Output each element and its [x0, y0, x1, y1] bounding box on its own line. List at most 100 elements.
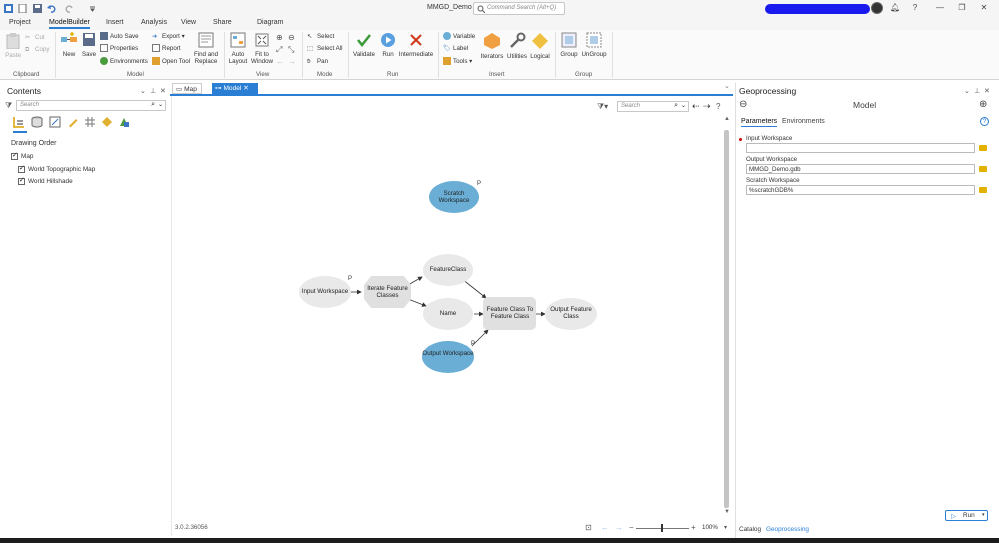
- close-pane-icon[interactable]: ✕: [984, 87, 990, 95]
- bell-icon[interactable]: 🔔︎: [890, 3, 900, 13]
- report-button[interactable]: Report: [152, 44, 181, 54]
- back-icon[interactable]: ⊖: [739, 99, 747, 110]
- intermediate-button[interactable]: Intermediate: [398, 32, 434, 58]
- restore-icon[interactable]: ❐: [957, 3, 967, 13]
- output-workspace-field[interactable]: MMGD_Demo.gdb: [746, 164, 975, 174]
- zoom-in-icon[interactable]: +: [691, 523, 696, 532]
- chevron-down-icon[interactable]: ▾: [724, 524, 727, 531]
- zoom-out-icon[interactable]: ⊖: [288, 33, 295, 42]
- symbology-icon[interactable]: [118, 116, 130, 128]
- logical-button[interactable]: Logical: [529, 32, 551, 60]
- tab-modelbuilder[interactable]: ModelBuilder: [49, 19, 90, 29]
- tab-diagram[interactable]: Diagram: [257, 19, 283, 26]
- close-pane-icon[interactable]: ✕: [160, 87, 166, 95]
- new-model-button[interactable]: New: [59, 32, 79, 58]
- input-workspace-field[interactable]: [746, 143, 975, 153]
- layer-world-topographic-map[interactable]: World Topographic Map: [18, 164, 95, 173]
- folder-icon[interactable]: [979, 145, 987, 151]
- overview-icon[interactable]: ⊡: [585, 523, 592, 532]
- tab-share[interactable]: Share: [213, 19, 232, 26]
- pan-button[interactable]: ✋︎ Pan: [307, 57, 328, 67]
- pane-options-icon[interactable]: ⌄: [964, 87, 970, 95]
- tab-environments[interactable]: Environments: [782, 118, 825, 125]
- previous-arrow-icon[interactable]: ⇠: [692, 101, 700, 112]
- zoom-in-icon[interactable]: ⊕: [276, 33, 283, 42]
- model-canvas[interactable]: Scratch Workspace P Input Workspace P It…: [171, 96, 733, 536]
- minimize-icon[interactable]: —: [935, 3, 945, 13]
- folder-icon[interactable]: [979, 166, 987, 172]
- zoom-slider-thumb[interactable]: [661, 524, 663, 532]
- avatar[interactable]: [871, 2, 883, 14]
- select-all-button[interactable]: ⬚ Select All: [307, 44, 342, 54]
- layer-checkbox[interactable]: [18, 164, 25, 173]
- customize-toolbar-icon[interactable]: [88, 4, 97, 13]
- scratch-workspace-field[interactable]: %scratchGDB%: [746, 185, 975, 195]
- add-icon[interactable]: ⊕: [979, 99, 987, 110]
- output-workspace-node[interactable]: [422, 341, 474, 373]
- export-button[interactable]: ➜ Export ▾: [152, 32, 185, 42]
- forward-arrow-icon[interactable]: →: [615, 523, 623, 532]
- tools-button[interactable]: Tools ▾: [443, 57, 472, 67]
- next-extent-icon[interactable]: →: [288, 57, 296, 66]
- labeling-icon[interactable]: [101, 116, 113, 128]
- layer-checkbox[interactable]: [11, 151, 18, 160]
- variable-button[interactable]: Variable: [443, 32, 475, 42]
- tab-view[interactable]: View: [181, 19, 196, 26]
- find-replace-button[interactable]: Find and Replace: [193, 32, 219, 65]
- layer-world-hillshade[interactable]: World Hillshade: [18, 176, 73, 185]
- iterators-button[interactable]: Iterators: [480, 32, 504, 60]
- undo-icon[interactable]: [47, 4, 56, 13]
- fixed-zoom-icon[interactable]: ⤢: [276, 45, 282, 55]
- help-icon[interactable]: ?: [980, 117, 989, 126]
- editing-icon[interactable]: [67, 116, 79, 128]
- canvas-search-input[interactable]: Search ⌕ ⌄: [617, 101, 689, 112]
- zoom-out-icon[interactable]: −: [629, 523, 634, 532]
- help-icon[interactable]: ?: [716, 102, 720, 111]
- pin-icon[interactable]: ⊥: [974, 87, 980, 95]
- open-tool-button[interactable]: Open Tool: [152, 57, 190, 67]
- tab-project[interactable]: Project: [9, 19, 31, 26]
- close-tab-icon[interactable]: ✕: [243, 85, 249, 92]
- properties-button[interactable]: Properties: [100, 44, 138, 54]
- save-model-button[interactable]: Save: [81, 32, 97, 58]
- pin-icon[interactable]: ⊥: [150, 87, 156, 95]
- close-icon[interactable]: ✕: [979, 3, 989, 13]
- layer-map[interactable]: Map: [11, 151, 33, 160]
- data-source-icon[interactable]: [31, 116, 43, 128]
- tab-analysis[interactable]: Analysis: [141, 19, 167, 26]
- environments-button[interactable]: Environments: [100, 57, 148, 67]
- scroll-down-icon[interactable]: ▼: [724, 509, 730, 515]
- group-button[interactable]: Group: [559, 32, 579, 58]
- snapping-icon[interactable]: [84, 116, 96, 128]
- redo-icon[interactable]: [65, 4, 74, 13]
- save-project-icon[interactable]: [33, 4, 42, 13]
- cut-button[interactable]: ✂︎ Cut: [25, 33, 45, 43]
- validate-button[interactable]: Validate: [352, 32, 376, 58]
- filter-icon[interactable]: ⧩▾: [597, 102, 608, 112]
- next-arrow-icon[interactable]: ⇢: [703, 101, 711, 112]
- select-button[interactable]: ↖ Select: [307, 32, 334, 42]
- help-icon[interactable]: ?: [910, 3, 920, 13]
- command-search-input[interactable]: Command Search (Alt+Q): [473, 2, 565, 15]
- auto-layout-button[interactable]: Auto Layout: [228, 32, 248, 65]
- previous-extent-icon[interactable]: ←: [276, 57, 284, 66]
- contents-search-input[interactable]: Search ⌕ ⌄: [16, 100, 166, 111]
- new-project-icon[interactable]: [18, 3, 27, 14]
- drawing-order-icon[interactable]: [13, 116, 25, 128]
- full-extent-icon[interactable]: ⤡: [288, 45, 294, 55]
- auto-save-button[interactable]: Auto Save: [100, 32, 139, 42]
- ungroup-button[interactable]: UnGroup: [580, 32, 608, 58]
- back-arrow-icon[interactable]: ←: [601, 523, 609, 532]
- paste-button[interactable]: Paste: [4, 33, 22, 59]
- tab-catalog[interactable]: Catalog: [739, 526, 761, 533]
- fit-to-window-button[interactable]: Fit to Window: [251, 32, 273, 65]
- selection-icon[interactable]: [49, 116, 61, 128]
- copy-button[interactable]: ⧉ Copy: [25, 45, 49, 55]
- utilities-button[interactable]: Utilities: [505, 32, 529, 60]
- tab-model[interactable]: ⊶ Model ✕: [212, 83, 258, 94]
- label-button[interactable]: 🏷︎ Label: [443, 44, 468, 54]
- filter-icon[interactable]: ⧩: [5, 101, 12, 111]
- tab-geoprocessing[interactable]: Geoprocessing: [766, 526, 809, 533]
- tab-map[interactable]: ▭ Map: [172, 83, 202, 94]
- tab-parameters[interactable]: Parameters: [741, 118, 778, 127]
